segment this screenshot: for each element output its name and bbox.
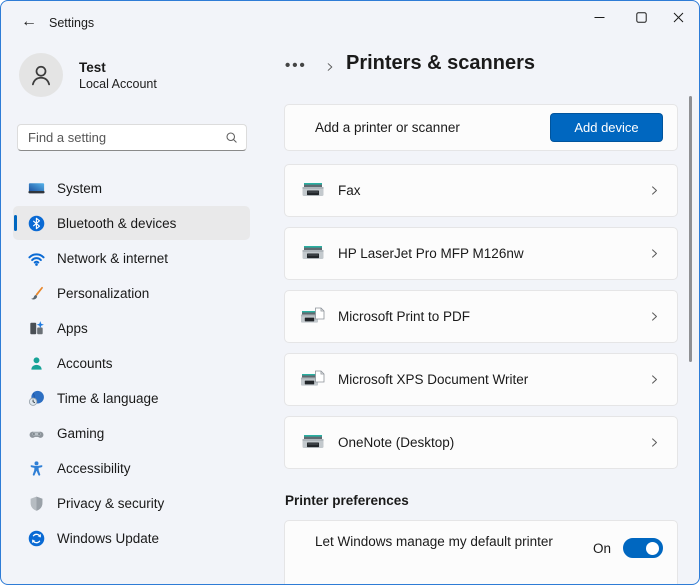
sidebar-item-accounts[interactable]: Accounts [13, 346, 250, 380]
back-button[interactable]: ← [15, 9, 43, 35]
settings-window: ← Settings Test Local Account System Blu… [0, 0, 700, 585]
windows-update-icon [27, 529, 46, 548]
printer-row[interactable]: Microsoft XPS Document Writer [284, 353, 678, 406]
chevron-right-icon [648, 436, 661, 449]
search-input[interactable] [17, 124, 247, 151]
person-icon [26, 60, 56, 90]
avatar [19, 53, 63, 97]
printer-row[interactable]: HP LaserJet Pro MFP M126nw [284, 227, 678, 280]
maximize-button[interactable] [621, 2, 661, 32]
toggle-state-label: On [592, 540, 611, 556]
printer-row[interactable]: Fax [284, 164, 678, 217]
add-device-button[interactable]: Add device [550, 113, 663, 142]
sidebar-item-apps[interactable]: Apps [13, 311, 250, 345]
printer-icon [300, 243, 326, 265]
printer-row[interactable]: OneNote (Desktop) [284, 416, 678, 469]
maximize-icon [635, 11, 647, 23]
printer-document-icon [300, 369, 326, 391]
sidebar-item-privacy-security[interactable]: Privacy & security [13, 486, 250, 520]
default-printer-card: Let Windows manage my default printer On [284, 520, 678, 584]
close-button[interactable] [658, 2, 698, 32]
sidebar-item-time-language[interactable]: Time & language [13, 381, 250, 415]
breadcrumb-chevron-icon [324, 61, 336, 73]
chevron-right-icon [648, 247, 661, 260]
default-printer-label: Let Windows manage my default printer [315, 534, 553, 549]
chevron-right-icon [648, 310, 661, 323]
personalization-icon [27, 284, 46, 303]
minimize-icon [594, 16, 604, 18]
page-title: Printers & scanners [346, 52, 535, 74]
sidebar-nav: System Bluetooth & devices Network & int… [13, 171, 250, 556]
sidebar-item-personalization[interactable]: Personalization [13, 276, 250, 310]
printer-row[interactable]: Microsoft Print to PDF [284, 290, 678, 343]
sidebar-item-bluetooth-devices[interactable]: Bluetooth & devices [13, 206, 250, 240]
minimize-button[interactable] [579, 2, 619, 32]
sidebar-item-gaming[interactable]: Gaming [13, 416, 250, 450]
account-card[interactable]: Test Local Account [19, 52, 249, 98]
sidebar-item-windows-update[interactable]: Windows Update [13, 521, 250, 555]
add-printer-card: Add a printer or scanner Add device [284, 104, 678, 151]
user-name: Test [79, 59, 106, 75]
user-account-type: Local Account [79, 76, 157, 91]
default-printer-toggle[interactable] [623, 538, 663, 558]
accessibility-icon [27, 459, 46, 478]
printer-document-icon [300, 306, 326, 328]
printer-preferences-heading: Printer preferences [285, 493, 409, 508]
sidebar-item-network-internet[interactable]: Network & internet [13, 241, 250, 275]
chevron-right-icon [648, 373, 661, 386]
bluetooth-icon [27, 214, 46, 233]
sidebar-item-accessibility[interactable]: Accessibility [13, 451, 250, 485]
apps-icon [27, 319, 46, 338]
scrollbar-thumb[interactable] [689, 96, 692, 362]
close-icon [673, 12, 683, 22]
printer-icon [300, 180, 326, 202]
breadcrumb-ellipsis[interactable]: ••• [285, 57, 307, 74]
chevron-right-icon [648, 184, 661, 197]
system-icon [27, 179, 46, 198]
printer-icon [300, 432, 326, 454]
time-language-icon [27, 389, 46, 408]
privacy-icon [27, 494, 46, 513]
sidebar-item-system[interactable]: System [13, 171, 250, 205]
accounts-icon [27, 354, 46, 373]
printer-list: Fax HP LaserJet Pro MFP M126nw Microsoft… [284, 164, 678, 469]
network-icon [27, 249, 46, 268]
gaming-icon [27, 424, 46, 443]
add-printer-label: Add a printer or scanner [315, 120, 460, 135]
window-title: Settings [49, 16, 95, 30]
